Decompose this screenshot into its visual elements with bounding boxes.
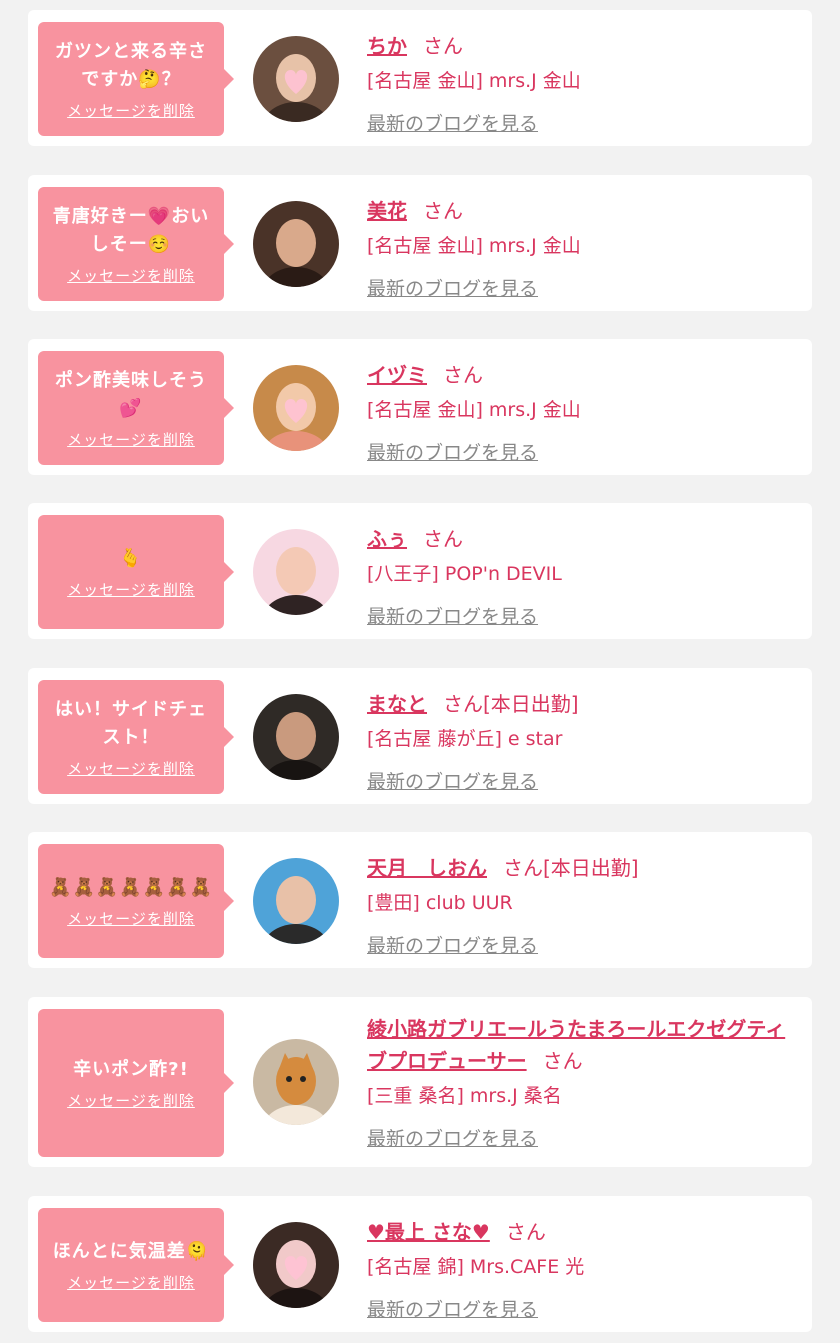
message-bubble: ガツンと来る辛さですか🤔？ メッセージを削除 xyxy=(38,22,234,136)
message-text: ほんとに気温差🫠 xyxy=(52,1240,210,1262)
delete-message-link[interactable]: メッセージを削除 xyxy=(67,100,195,121)
latest-blog-link[interactable]: 最新のブログを見る xyxy=(367,932,538,960)
honorific: さん xyxy=(423,527,463,551)
message-card: 青唐好きー💗おいしそー☺️ メッセージを削除 美花 さん [名古屋 金山] mrs.J … xyxy=(28,175,812,311)
message-text: ガツンと来る辛さですか🤔？ xyxy=(55,40,207,90)
message-card: 辛いポン酢?! メッセージを削除 綾小路ガブリエールうたまろールエクゼグティブプロデ… xyxy=(28,997,812,1167)
cast-info: ふぅ さん [八王子] POP'n DEVIL 最新のブログを見る xyxy=(367,523,799,631)
message-card: 🫰 メッセージを削除 ふぅ さん [八王子] POP'n DEVIL 最新のブログを見る xyxy=(28,503,812,639)
latest-blog-link[interactable]: 最新のブログを見る xyxy=(367,110,538,138)
cast-name-link[interactable]: ♥最上 さな♥ xyxy=(367,1220,490,1244)
avatar[interactable] xyxy=(253,858,339,944)
avatar[interactable] xyxy=(253,201,339,287)
message-card: ガツンと来る辛さですか🤔？ メッセージを削除 ちか さん [名古屋 金山] mrs.J … xyxy=(28,10,812,146)
message-bubble: 青唐好きー💗おいしそー☺️ メッセージを削除 xyxy=(38,187,234,301)
avatar[interactable] xyxy=(253,694,339,780)
cast-info: まなと さん[本日出勤] [名古屋 藤が丘] e star 最新のブログを見る xyxy=(367,688,799,796)
delete-message-link[interactable]: メッセージを削除 xyxy=(67,1272,195,1293)
latest-blog-link[interactable]: 最新のブログを見る xyxy=(367,439,538,467)
cast-name-link[interactable]: イヅミ xyxy=(367,363,427,387)
message-bubble: 🫰 メッセージを削除 xyxy=(38,515,234,629)
message-text: ポン酢美味しそう💕 xyxy=(55,369,207,419)
latest-blog-link[interactable]: 最新のブログを見る xyxy=(367,768,538,796)
avatar-heart-sticker-photo-icon xyxy=(253,36,339,122)
avatar[interactable] xyxy=(253,36,339,122)
message-bubble: ほんとに気温差🫠 メッセージを削除 xyxy=(38,1208,234,1322)
cast-info: 綾小路ガブリエールうたまろールエクゼグティブプロデューサー さん [三重 桑名] m… xyxy=(367,1013,799,1153)
cast-name-link[interactable]: ちか xyxy=(367,34,407,58)
name-line: 美花 さん xyxy=(367,195,799,227)
cast-name-link[interactable]: まなと xyxy=(367,692,427,716)
cast-name-link[interactable]: ふぅ xyxy=(367,527,407,551)
avatar-photo-icon xyxy=(253,858,339,944)
shop-name: [名古屋 金山] mrs.J 金山 xyxy=(367,399,581,421)
shop-name: [名古屋 藤が丘] e star xyxy=(367,728,563,750)
message-text: 青唐好きー💗おいしそー☺️ xyxy=(52,205,210,255)
avatar-heart-sticker-photo-icon xyxy=(253,365,339,451)
avatar[interactable] xyxy=(253,529,339,615)
name-line: まなと さん[本日出勤] xyxy=(367,688,799,720)
name-line: イヅミ さん xyxy=(367,359,799,391)
message-text: 🫰 xyxy=(119,547,143,569)
message-bubble: 辛いポン酢?! メッセージを削除 xyxy=(38,1009,234,1157)
attendance-badge: [本日出勤] xyxy=(483,692,579,716)
shop-name: [名古屋 錦] Mrs.CAFE 光 xyxy=(367,1256,585,1278)
avatar-photo-icon xyxy=(253,694,339,780)
cast-info: 天月 しおん さん[本日出勤] [豊田] club UUR 最新のブログを見る xyxy=(367,852,799,960)
delete-message-link[interactable]: メッセージを削除 xyxy=(67,1090,195,1111)
delete-message-link[interactable]: メッセージを削除 xyxy=(67,429,195,450)
name-line: ふぅ さん xyxy=(367,523,799,555)
honorific: さん xyxy=(505,1220,546,1244)
delete-message-link[interactable]: メッセージを削除 xyxy=(67,908,195,929)
name-line: 綾小路ガブリエールうたまろールエクゼグティブプロデューサー さん xyxy=(367,1013,799,1077)
honorific: さん xyxy=(542,1049,583,1073)
shop-name: [八王子] POP'n DEVIL xyxy=(367,563,562,585)
name-line: ちか さん xyxy=(367,30,799,62)
message-bubble: ポン酢美味しそう💕 メッセージを削除 xyxy=(38,351,234,465)
shop-name: [名古屋 金山] mrs.J 金山 xyxy=(367,70,581,92)
honorific: さん xyxy=(423,199,463,223)
message-text: 🧸🧸🧸🧸🧸🧸🧸 xyxy=(49,876,213,898)
cast-info: 美花 さん [名古屋 金山] mrs.J 金山最新のブログを見る xyxy=(367,195,799,303)
shop-name: [豊田] club UUR xyxy=(367,892,513,914)
cast-name-link[interactable]: 天月 しおん xyxy=(367,856,487,880)
cast-info: ちか さん [名古屋 金山] mrs.J 金山最新のブログを見る xyxy=(367,30,799,138)
honorific: さん xyxy=(423,34,463,58)
honorific: さん xyxy=(443,363,483,387)
attendance-badge: [本日出勤] xyxy=(543,856,639,880)
message-card: ポン酢美味しそう💕 メッセージを削除 イヅミ さん [名古屋 金山] mrs.J 金山最… xyxy=(28,339,812,475)
avatar[interactable] xyxy=(253,1222,339,1308)
avatar-heart-sticker-photo-icon xyxy=(253,1222,339,1308)
message-text: 辛いポン酢?! xyxy=(73,1058,189,1080)
cast-info: ♥最上 さな♥ さん [名古屋 錦] Mrs.CAFE 光最新のブログを見る xyxy=(367,1216,799,1324)
shop-name: [三重 桑名] mrs.J 桑名 xyxy=(367,1085,562,1107)
latest-blog-link[interactable]: 最新のブログを見る xyxy=(367,603,538,631)
name-line: 天月 しおん さん[本日出勤] xyxy=(367,852,799,884)
message-bubble: はい！サイドチェスト！ メッセージを削除 xyxy=(38,680,234,794)
shop-name: [名古屋 金山] mrs.J 金山 xyxy=(367,235,581,257)
latest-blog-link[interactable]: 最新のブログを見る xyxy=(367,1296,538,1324)
honorific: さん xyxy=(443,692,483,716)
message-card: はい！サイドチェスト！ メッセージを削除 まなと さん[本日出勤] [名古屋 藤が丘] … xyxy=(28,668,812,804)
message-list: ガツンと来る辛さですか🤔？ メッセージを削除 ちか さん [名古屋 金山] mrs.J … xyxy=(0,0,840,1343)
delete-message-link[interactable]: メッセージを削除 xyxy=(67,265,195,286)
avatar-photo-icon xyxy=(253,201,339,287)
delete-message-link[interactable]: メッセージを削除 xyxy=(67,579,195,600)
honorific: さん xyxy=(503,856,543,880)
avatar[interactable] xyxy=(253,365,339,451)
name-line: ♥最上 さな♥ さん xyxy=(367,1216,799,1248)
message-bubble: 🧸🧸🧸🧸🧸🧸🧸 メッセージを削除 xyxy=(38,844,234,958)
cast-name-link[interactable]: 美花 xyxy=(367,199,407,223)
avatar[interactable] xyxy=(253,1039,339,1125)
avatar-photo-icon xyxy=(253,529,339,615)
message-card: ほんとに気温差🫠 メッセージを削除 ♥最上 さな♥ さん [名古屋 錦] Mrs.CAF… xyxy=(28,1196,812,1332)
message-card: 🧸🧸🧸🧸🧸🧸🧸 メッセージを削除 天月 しおん さん[本日出勤] [豊田] club U… xyxy=(28,832,812,968)
latest-blog-link[interactable]: 最新のブログを見る xyxy=(367,275,538,303)
cast-info: イヅミ さん [名古屋 金山] mrs.J 金山最新のブログを見る xyxy=(367,359,799,467)
latest-blog-link[interactable]: 最新のブログを見る xyxy=(367,1125,538,1153)
avatar-cat-photo-icon xyxy=(253,1039,339,1125)
delete-message-link[interactable]: メッセージを削除 xyxy=(67,758,195,779)
message-text: はい！サイドチェスト！ xyxy=(55,698,207,748)
